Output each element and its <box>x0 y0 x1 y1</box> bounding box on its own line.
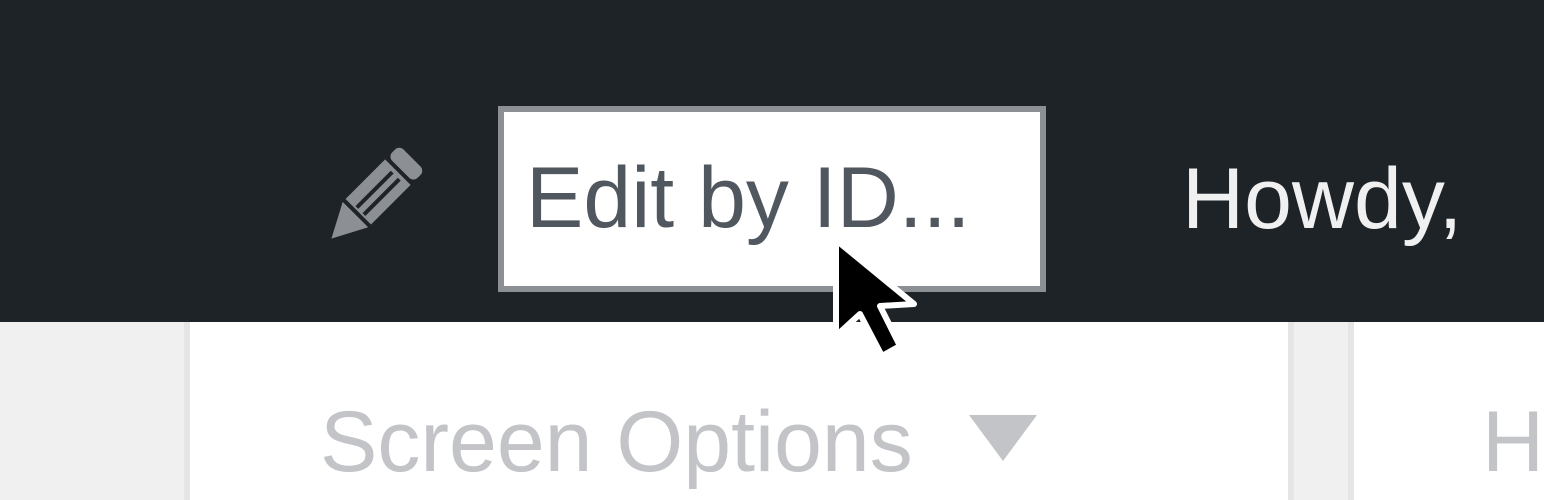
screen-options-button[interactable]: Screen Options <box>184 322 1294 500</box>
help-tab-label: H <box>1482 394 1544 490</box>
screen-options-label: Screen Options <box>320 394 913 490</box>
screen-meta-links: Screen Options H <box>0 322 1544 500</box>
edit-by-id-input[interactable]: Edit by ID... <box>498 106 1046 292</box>
mouse-pointer-icon <box>833 237 917 359</box>
caret-down-icon <box>968 415 1037 461</box>
howdy-greeting[interactable]: Howdy, <box>1182 106 1462 292</box>
help-tab-button[interactable]: H <box>1348 322 1544 500</box>
pencil-icon[interactable] <box>312 140 430 258</box>
admin-bar: Edit by ID... Howdy, <box>0 0 1544 322</box>
